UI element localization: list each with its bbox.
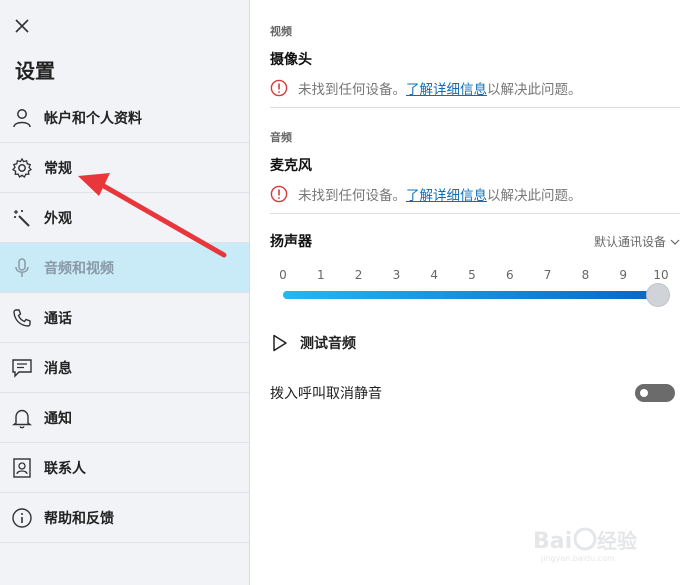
nav-item-label: 帐户和个人资料 <box>44 110 142 127</box>
nav-item-label: 通知 <box>44 410 72 427</box>
nav-item-label: 通话 <box>44 310 72 327</box>
close-icon <box>15 19 29 33</box>
volume-tick-label: 9 <box>619 268 628 282</box>
speaker-heading: 扬声器 <box>270 234 312 250</box>
settings-title: 设置 <box>15 59 55 83</box>
speaker-device-value: 默认通讯设备 <box>593 235 666 249</box>
close-button[interactable] <box>12 16 32 36</box>
phone-icon <box>10 306 34 330</box>
magic-wand-icon <box>10 206 34 230</box>
divider <box>270 213 680 214</box>
unmute-incoming-calls-label: 拨入呼叫取消静音 <box>270 386 382 402</box>
toggle-knob <box>640 389 648 397</box>
volume-tick-label: 5 <box>468 268 476 282</box>
microphone-warning: 未找到任何设备。 了解详细信息 以解决此问题。 <box>270 184 582 204</box>
nav-item-audio-video[interactable]: 音频和视频 <box>0 243 249 293</box>
volume-tick-label: 2 <box>354 268 363 282</box>
volume-tick-label: 6 <box>505 268 514 282</box>
gear-icon <box>10 156 34 180</box>
microphone-heading: 麦克风 <box>270 158 312 174</box>
nav-item-label: 外观 <box>44 210 72 227</box>
camera-heading: 摄像头 <box>270 52 312 68</box>
test-audio-label: 测试音频 <box>300 336 356 352</box>
svg-text:Bai: Bai <box>533 529 572 554</box>
camera-warning-suffix: 以解决此问题。 <box>487 82 582 98</box>
chevron-down-icon <box>670 239 680 245</box>
unmute-incoming-calls-toggle[interactable] <box>635 384 675 402</box>
volume-tick-label: 8 <box>581 268 590 282</box>
volume-tick-label: 7 <box>543 268 552 282</box>
volume-slider-thumb[interactable] <box>646 283 670 307</box>
nav-item-messaging[interactable]: 消息 <box>0 343 249 393</box>
test-audio-button[interactable]: 测试音频 <box>272 333 356 353</box>
nav-item-account[interactable]: 帐户和个人资料 <box>0 93 249 143</box>
camera-warning-text: 未找到任何设备。 <box>298 82 406 98</box>
svg-text:经验: 经验 <box>597 529 637 553</box>
settings-nav: 帐户和个人资料 常规 外观 音频和视频 通话 消息 通知 联系人 帮助和反馈 <box>0 93 249 543</box>
nav-item-label: 常规 <box>44 160 72 177</box>
nav-item-label: 联系人 <box>44 460 86 477</box>
nav-item-general[interactable]: 常规 <box>0 143 249 193</box>
volume-tick-label: 0 <box>279 268 287 282</box>
settings-sidebar: 设置 帐户和个人资料 常规 外观 音频和视频 通话 消息 通知 联系人 帮助和反… <box>0 0 250 585</box>
info-icon <box>10 506 34 530</box>
speaker-device-dropdown[interactable]: 默认通讯设备 <box>594 233 680 250</box>
microphone-learn-more-link[interactable]: 了解详细信息 <box>406 184 487 204</box>
warning-icon <box>270 185 288 203</box>
volume-tick-label: 4 <box>430 268 439 282</box>
volume-slider-fill <box>283 291 664 299</box>
nav-item-notifications[interactable]: 通知 <box>0 393 249 443</box>
warning-icon <box>270 79 288 97</box>
microphone-icon <box>10 256 34 280</box>
chat-icon <box>10 356 34 380</box>
nav-item-appearance[interactable]: 外观 <box>0 193 249 243</box>
microphone-warning-suffix: 以解决此问题。 <box>487 188 582 204</box>
nav-item-help-feedback[interactable]: 帮助和反馈 <box>0 493 249 543</box>
volume-slider[interactable] <box>283 283 670 307</box>
bell-icon <box>10 406 34 430</box>
volume-scale: 0 1 2 3 4 5 6 7 8 9 10 <box>278 268 668 284</box>
nav-item-label: 音频和视频 <box>44 260 114 277</box>
divider <box>270 107 680 108</box>
video-section-caption: 视频 <box>270 25 292 38</box>
nav-item-contacts[interactable]: 联系人 <box>0 443 249 493</box>
camera-warning: 未找到任何设备。 了解详细信息 以解决此问题。 <box>270 78 582 98</box>
nav-item-label: 帮助和反馈 <box>44 510 114 527</box>
volume-tick-label: 3 <box>392 268 401 282</box>
volume-tick-label: 1 <box>316 268 325 282</box>
person-icon <box>10 106 34 130</box>
audio-video-panel: 视频 摄像头 未找到任何设备。 了解详细信息 以解决此问题。 音频 麦克风 未找… <box>250 0 692 585</box>
nav-item-label: 消息 <box>44 360 72 377</box>
camera-learn-more-link[interactable]: 了解详细信息 <box>406 78 487 98</box>
nav-item-calling[interactable]: 通话 <box>0 293 249 343</box>
contact-card-icon <box>10 456 34 480</box>
play-icon <box>273 334 287 352</box>
audio-section-caption: 音频 <box>270 131 292 144</box>
volume-tick-label: 10 <box>653 268 669 282</box>
microphone-warning-text: 未找到任何设备。 <box>298 188 406 204</box>
svg-text:jingyan.baidu.com: jingyan.baidu.com <box>540 554 615 563</box>
baidu-watermark: Bai 经验 jingyan.baidu.com <box>533 527 637 563</box>
